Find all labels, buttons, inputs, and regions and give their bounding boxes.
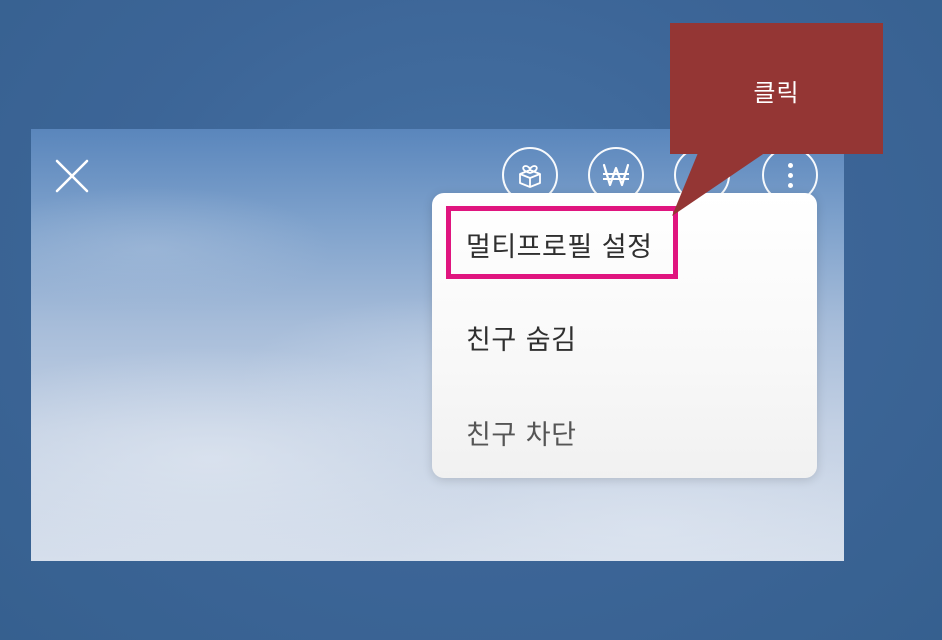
menu-item-block-friend[interactable]: 친구 차단 — [466, 413, 576, 452]
callout-text: 클릭 — [753, 79, 800, 107]
click-callout: 클릭 — [670, 23, 883, 154]
won-currency-icon — [602, 163, 630, 187]
highlight-box — [446, 206, 678, 279]
more-vertical-icon — [787, 162, 793, 188]
close-icon — [55, 159, 89, 193]
close-button[interactable] — [53, 157, 91, 195]
menu-item-hide-friend[interactable]: 친구 숨김 — [466, 318, 576, 357]
callout-pointer — [672, 148, 772, 216]
gift-box-icon — [519, 165, 541, 188]
